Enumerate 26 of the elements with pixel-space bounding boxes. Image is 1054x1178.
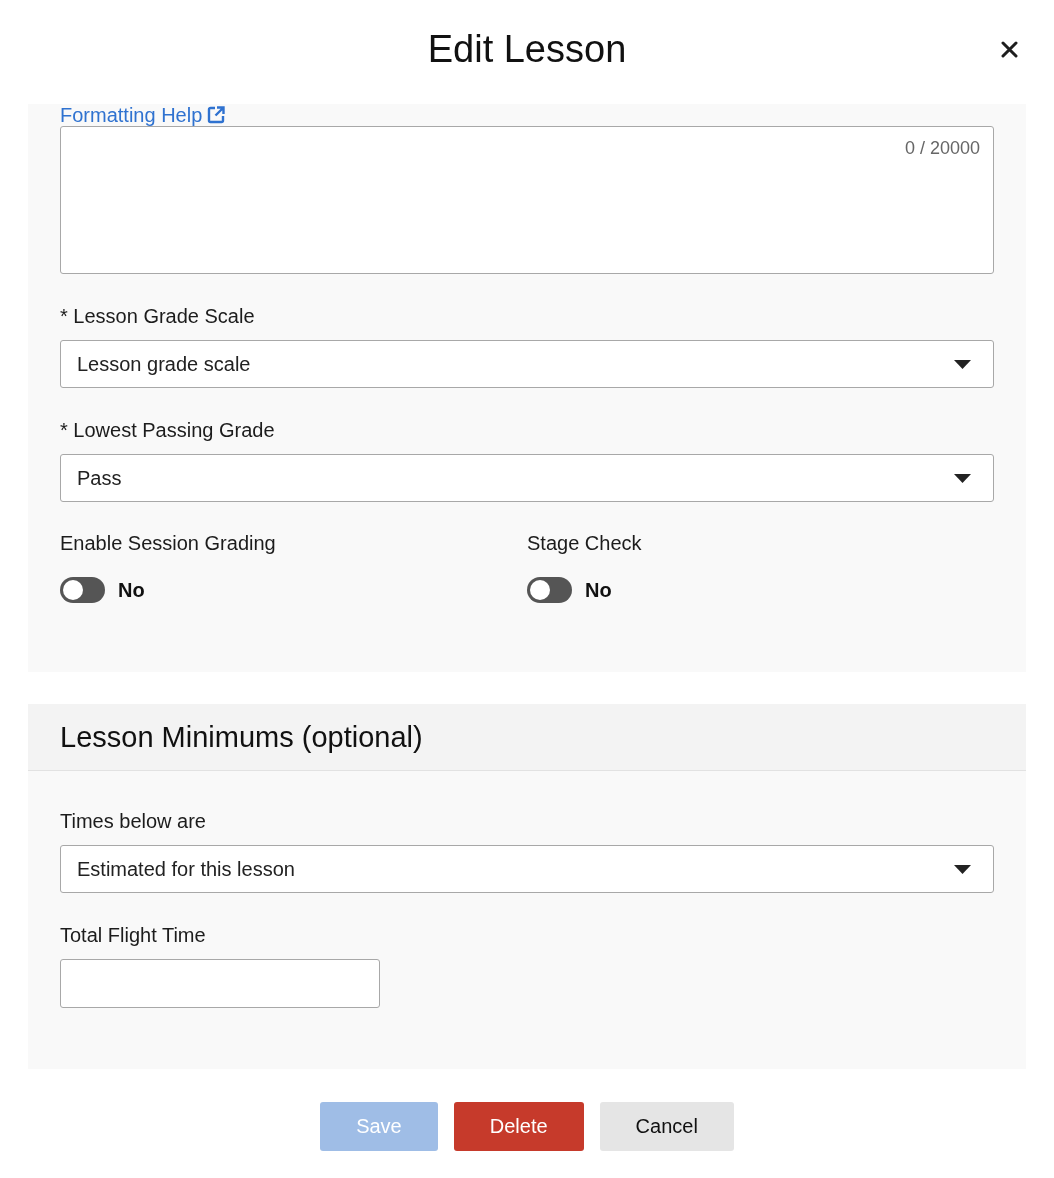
toggle-state-text: No xyxy=(585,578,612,602)
field-label: Total Flight Time xyxy=(60,923,206,947)
toggle-state-text: No xyxy=(118,578,145,602)
dialog-title: Edit Lesson xyxy=(427,27,627,71)
caret-icon xyxy=(954,473,971,483)
field-label: * Lesson Grade Scale xyxy=(60,304,255,328)
toggle-label: Enable Session Grading xyxy=(60,531,276,555)
delete-button[interactable]: Delete xyxy=(453,1102,584,1151)
dropdown-field[interactable]: Pass xyxy=(60,454,994,502)
formatting-help-link[interactable]: Formatting Help xyxy=(60,104,227,126)
toggle-switch[interactable] xyxy=(60,577,105,603)
toggle-switch[interactable] xyxy=(527,577,572,603)
caret-icon xyxy=(954,864,971,874)
external-link-icon xyxy=(206,105,227,125)
dropdown-field[interactable]: Lesson grade scale xyxy=(60,340,994,388)
cancel-button[interactable]: Cancel xyxy=(599,1102,734,1151)
toggle-label: Stage Check xyxy=(527,531,642,555)
section-title: Lesson Minimums (optional) xyxy=(60,720,423,754)
field-label: * Lowest Passing Grade xyxy=(60,418,275,442)
close-icon[interactable] xyxy=(1001,40,1018,58)
dropdown-field[interactable]: Estimated for this lesson xyxy=(60,845,994,893)
description-textarea[interactable]: 0 / 20000 xyxy=(60,126,994,274)
caret-icon xyxy=(954,359,971,369)
input-field[interactable] xyxy=(60,959,380,1008)
field-label: Times below are xyxy=(60,809,206,833)
character-counter: 0 / 20000 xyxy=(904,137,980,159)
